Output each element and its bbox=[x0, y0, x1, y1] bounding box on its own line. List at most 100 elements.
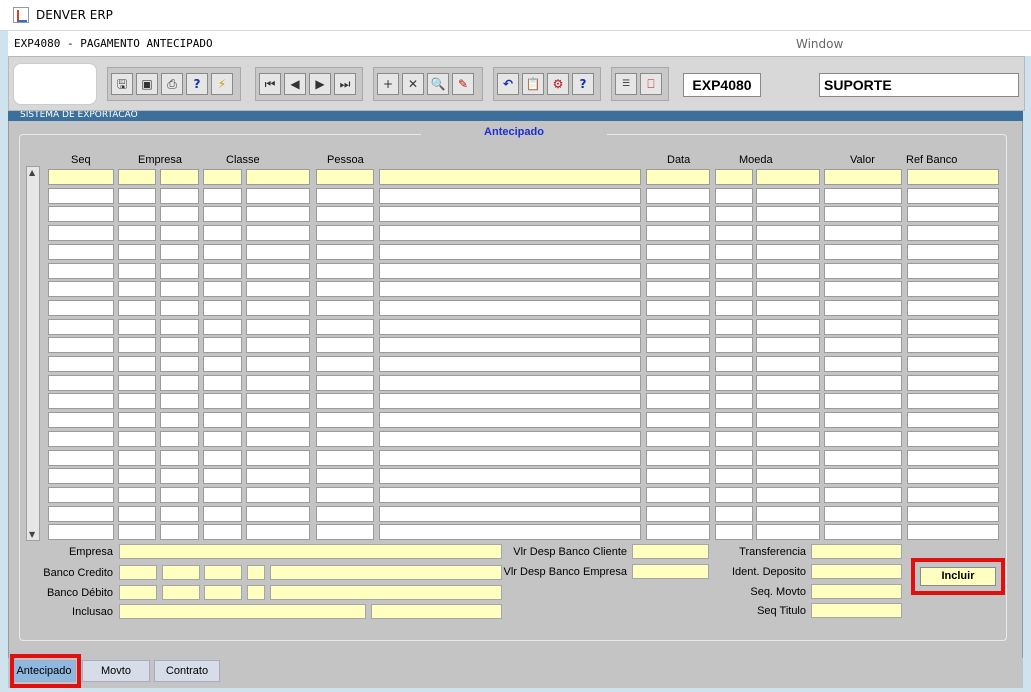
menu-window[interactable]: Window bbox=[796, 37, 843, 51]
grid-cell-pessoa-nome[interactable] bbox=[379, 356, 641, 372]
first-record-icon[interactable]: ⏮ bbox=[259, 73, 281, 95]
menu-icon[interactable]: ☰ bbox=[615, 73, 637, 95]
insert-record-icon[interactable]: + bbox=[377, 73, 399, 95]
grid-cell-moeda-b[interactable] bbox=[756, 299, 820, 316]
grid-cell-empresa-b[interactable] bbox=[160, 486, 199, 503]
banco-credito-field-5[interactable] bbox=[270, 565, 502, 580]
grid-cell-pessoa-nome[interactable] bbox=[379, 299, 641, 316]
grid-cell-empresa-b[interactable] bbox=[160, 225, 199, 242]
grid-cell-classe-b[interactable] bbox=[246, 468, 310, 485]
grid-cell-data[interactable] bbox=[646, 187, 710, 204]
grid-cell-pessoa[interactable] bbox=[316, 430, 374, 447]
grid-cell-classe-b[interactable] bbox=[246, 430, 310, 447]
grid-cell-ref-banco[interactable] bbox=[907, 486, 999, 503]
grid-cell-pessoa-nome[interactable] bbox=[379, 206, 641, 223]
grid-cell-ref-banco[interactable] bbox=[907, 393, 999, 410]
grid-cell-ref-banco[interactable] bbox=[907, 374, 999, 391]
grid-cell-empresa-a[interactable] bbox=[118, 337, 156, 354]
grid-cell-classe[interactable] bbox=[203, 486, 242, 503]
grid-cell-moeda-b[interactable] bbox=[756, 524, 820, 541]
grid-cell-moeda-b[interactable] bbox=[756, 374, 820, 391]
save-icon[interactable]: 🖫 bbox=[111, 73, 133, 95]
grid-cell-ref-banco[interactable] bbox=[907, 337, 999, 354]
grid-cell-valor[interactable] bbox=[824, 468, 902, 485]
grid-cell-data[interactable] bbox=[646, 169, 710, 185]
grid-cell-moeda[interactable] bbox=[715, 337, 753, 354]
grid-cell-data[interactable] bbox=[646, 412, 710, 429]
vlr-desp-cliente-field[interactable] bbox=[632, 544, 709, 559]
banco-credito-field-1[interactable] bbox=[119, 565, 157, 580]
grid-cell-moeda[interactable] bbox=[715, 356, 753, 372]
grid-cell-valor[interactable] bbox=[824, 299, 902, 316]
grid-cell-ref-banco[interactable] bbox=[907, 299, 999, 316]
scroll-down-icon[interactable]: ▼ bbox=[29, 530, 35, 539]
grid-cell-classe-b[interactable] bbox=[246, 262, 310, 279]
grid-cell-moeda-b[interactable] bbox=[756, 262, 820, 279]
grid-cell-seq[interactable] bbox=[48, 374, 114, 391]
grid-cell-moeda[interactable] bbox=[715, 505, 753, 522]
grid-cell-seq[interactable] bbox=[48, 299, 114, 316]
grid-cell-data[interactable] bbox=[646, 356, 710, 372]
inclusao-field-2[interactable] bbox=[371, 604, 502, 619]
grid-cell-empresa-a[interactable] bbox=[118, 318, 156, 335]
grid-cell-data[interactable] bbox=[646, 318, 710, 335]
grid-cell-pessoa[interactable] bbox=[316, 449, 374, 466]
help-query-icon[interactable]: ? bbox=[186, 73, 208, 95]
grid-cell-valor[interactable] bbox=[824, 318, 902, 335]
grid-cell-data[interactable] bbox=[646, 505, 710, 522]
grid-cell-seq[interactable] bbox=[48, 524, 114, 541]
grid-cell-valor[interactable] bbox=[824, 449, 902, 466]
grid-cell-pessoa-nome[interactable] bbox=[379, 524, 641, 541]
grid-cell-pessoa[interactable] bbox=[316, 356, 374, 372]
grid-cell-classe[interactable] bbox=[203, 468, 242, 485]
grid-cell-pessoa-nome[interactable] bbox=[379, 486, 641, 503]
grid-cell-classe-b[interactable] bbox=[246, 524, 310, 541]
grid-cell-empresa-b[interactable] bbox=[160, 430, 199, 447]
grid-cell-seq[interactable] bbox=[48, 187, 114, 204]
grid-cell-pessoa-nome[interactable] bbox=[379, 468, 641, 485]
grid-cell-moeda-b[interactable] bbox=[756, 225, 820, 242]
grid-cell-pessoa-nome[interactable] bbox=[379, 243, 641, 260]
grid-cell-ref-banco[interactable] bbox=[907, 318, 999, 335]
grid-cell-valor[interactable] bbox=[824, 356, 902, 372]
grid-cell-pessoa[interactable] bbox=[316, 318, 374, 335]
grid-cell-pessoa-nome[interactable] bbox=[379, 337, 641, 354]
grid-cell-seq[interactable] bbox=[48, 430, 114, 447]
grid-cell-empresa-b[interactable] bbox=[160, 412, 199, 429]
banco-debito-field-4[interactable] bbox=[247, 585, 265, 600]
grid-cell-classe-b[interactable] bbox=[246, 356, 310, 372]
grid-cell-empresa-b[interactable] bbox=[160, 393, 199, 410]
grid-cell-pessoa-nome[interactable] bbox=[379, 374, 641, 391]
grid-cell-data[interactable] bbox=[646, 281, 710, 298]
grid-cell-pessoa-nome[interactable] bbox=[379, 412, 641, 429]
grid-cell-seq[interactable] bbox=[48, 337, 114, 354]
grid-cell-pessoa-nome[interactable] bbox=[379, 430, 641, 447]
grid-cell-pessoa[interactable] bbox=[316, 486, 374, 503]
grid-cell-ref-banco[interactable] bbox=[907, 505, 999, 522]
grid-cell-data[interactable] bbox=[646, 225, 710, 242]
grid-cell-empresa-b[interactable] bbox=[160, 524, 199, 541]
grid-cell-data[interactable] bbox=[646, 393, 710, 410]
grid-cell-moeda[interactable] bbox=[715, 412, 753, 429]
inclusao-field-1[interactable] bbox=[119, 604, 366, 619]
grid-cell-moeda-b[interactable] bbox=[756, 505, 820, 522]
grid-cell-ref-banco[interactable] bbox=[907, 449, 999, 466]
grid-cell-empresa-a[interactable] bbox=[118, 393, 156, 410]
grid-cell-pessoa-nome[interactable] bbox=[379, 318, 641, 335]
grid-cell-empresa-a[interactable] bbox=[118, 449, 156, 466]
grid-cell-seq[interactable] bbox=[48, 318, 114, 335]
tab-contrato[interactable]: Contrato bbox=[154, 660, 220, 682]
previous-record-icon[interactable]: ◀ bbox=[284, 73, 306, 95]
grid-cell-empresa-b[interactable] bbox=[160, 169, 199, 185]
banco-credito-field-2[interactable] bbox=[162, 565, 200, 580]
grid-cell-ref-banco[interactable] bbox=[907, 262, 999, 279]
grid-cell-empresa-a[interactable] bbox=[118, 524, 156, 541]
grid-cell-classe-b[interactable] bbox=[246, 206, 310, 223]
grid-cell-empresa-b[interactable] bbox=[160, 468, 199, 485]
grid-cell-data[interactable] bbox=[646, 374, 710, 391]
grid-cell-moeda[interactable] bbox=[715, 486, 753, 503]
grid-cell-pessoa[interactable] bbox=[316, 169, 374, 185]
next-record-icon[interactable]: ▶ bbox=[309, 73, 331, 95]
grid-cell-moeda[interactable] bbox=[715, 262, 753, 279]
grid-cell-valor[interactable] bbox=[824, 187, 902, 204]
